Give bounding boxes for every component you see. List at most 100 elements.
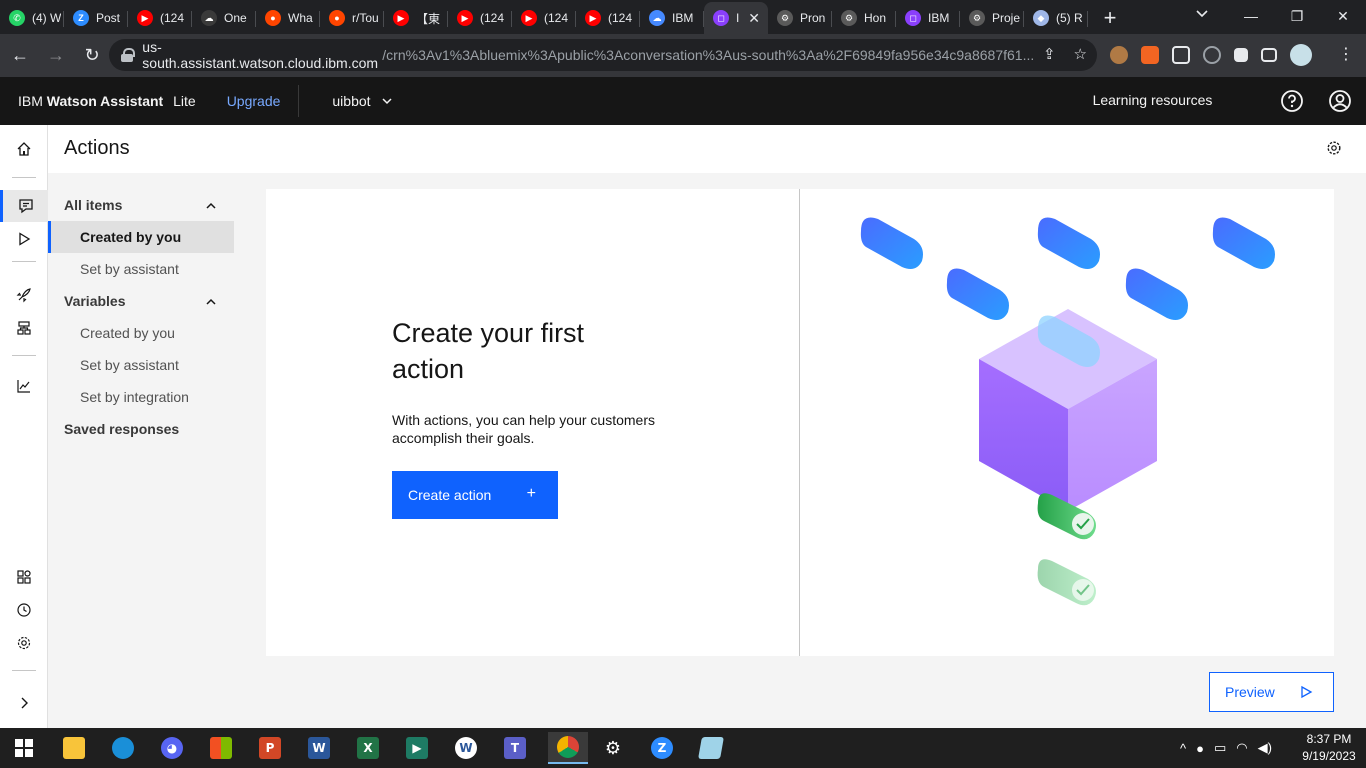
assistant-switcher[interactable]: uibbot <box>332 93 392 109</box>
brand-name: Watson Assistant <box>46 93 164 109</box>
excel-icon[interactable]: X <box>352 732 384 764</box>
preview-button[interactable]: Preview <box>1209 672 1334 712</box>
system-clock[interactable]: 8:37 PM 9/19/2023 <box>1298 731 1360 765</box>
onedrive-icon: ☁ <box>201 10 217 26</box>
close-window-icon[interactable]: ✕ <box>1320 0 1366 32</box>
nav-variables-set-by-assistant[interactable]: Set by assistant <box>48 349 234 381</box>
wifi-icon[interactable]: ◠ <box>1236 740 1247 756</box>
minimize-icon[interactable]: — <box>1228 0 1274 32</box>
assistant-name: uibbot <box>332 93 371 109</box>
back-icon[interactable]: ← <box>4 40 36 72</box>
nav-variables-set-by-integration[interactable]: Set by integration <box>48 381 234 413</box>
browser-tab[interactable]: ▶ 【東 <box>384 2 448 34</box>
edge-icon[interactable] <box>107 732 139 764</box>
teams-icon[interactable]: T <box>499 732 531 764</box>
close-tab-icon[interactable]: ✕ <box>748 10 760 27</box>
word-icon[interactable]: W <box>303 732 335 764</box>
share-icon[interactable]: ⇪ <box>1043 45 1056 63</box>
browser-tab[interactable]: ◻ I ✕ <box>704 2 768 34</box>
profile-avatar[interactable] <box>1290 44 1312 66</box>
nav-set-by-assistant[interactable]: Set by assistant <box>48 253 234 285</box>
cube-icon <box>979 309 1157 511</box>
actions-icon[interactable] <box>0 190 48 222</box>
wordpad-icon[interactable]: W <box>450 732 482 764</box>
create-action-button[interactable]: Create action + <box>392 471 558 519</box>
browser-tab[interactable]: ▶ (124 <box>448 2 512 34</box>
reddit-icon: ● <box>265 10 281 26</box>
microphone-icon[interactable]: ● <box>1196 741 1204 756</box>
rail-divider <box>12 355 36 356</box>
bookmark-star-icon[interactable]: ☆ <box>1074 45 1087 63</box>
nav-created-by-you[interactable]: Created by you <box>48 221 234 253</box>
history-clock-icon[interactable] <box>0 594 48 626</box>
browser-tab[interactable]: ☁ IBM <box>640 2 704 34</box>
environments-icon[interactable] <box>0 312 48 344</box>
variables-section[interactable]: Variables <box>48 285 248 317</box>
browser-tab[interactable]: ☁ One <box>192 2 256 34</box>
analytics-icon[interactable] <box>0 370 48 402</box>
create-action-label: Create action <box>408 487 492 503</box>
tab-title: (124 <box>480 11 505 25</box>
browser-tab[interactable]: ▶ (124 <box>576 2 640 34</box>
tab-search-chevron-icon[interactable] <box>1195 6 1209 23</box>
cookie-extension-icon[interactable] <box>1110 46 1128 64</box>
chrome-menu-icon[interactable]: ⋮ <box>1338 44 1354 64</box>
integrations-icon[interactable] <box>0 561 48 593</box>
all-items-section[interactable]: All items <box>48 189 248 221</box>
tab-title: (5) R <box>1056 11 1083 25</box>
action-settings-gear-icon[interactable] <box>1326 140 1342 156</box>
rss-extension-icon[interactable] <box>1141 46 1159 64</box>
nav-variables-created-by-you[interactable]: Created by you <box>48 317 234 349</box>
file-explorer-icon[interactable] <box>58 732 90 764</box>
browser-tab[interactable]: ⚙ Hon <box>832 2 896 34</box>
node-icon: ⚙ <box>969 10 985 26</box>
upgrade-link[interactable]: Upgrade <box>227 93 281 109</box>
address-bar[interactable]: us-south.assistant.watson.cloud.ibm.com … <box>109 39 1097 71</box>
expand-chevron-icon[interactable] <box>0 687 48 719</box>
settings-gear-icon[interactable] <box>0 627 48 659</box>
browser-tab[interactable]: ▶ (124 <box>128 2 192 34</box>
restore-icon[interactable]: ❐ <box>1274 0 1320 32</box>
discord-icon[interactable]: ◕ <box>156 732 188 764</box>
browser-tab[interactable]: ◆ (5) R <box>1024 2 1088 34</box>
battery-icon[interactable]: ▭ <box>1214 740 1226 756</box>
learning-resources-button[interactable]: Learning resources <box>1075 77 1230 125</box>
help-icon[interactable] <box>1280 89 1304 113</box>
browser-tab[interactable]: Z Post <box>64 2 128 34</box>
side-panel-icon[interactable] <box>1261 48 1277 62</box>
notepad-icon[interactable] <box>695 732 727 764</box>
volume-icon[interactable]: ◀) <box>1258 740 1272 756</box>
new-tab-icon[interactable]: + <box>1096 4 1124 32</box>
reload-icon[interactable]: ↻ <box>76 40 108 72</box>
zoom-icon: Z <box>73 10 89 26</box>
globe-extension-icon[interactable] <box>1203 46 1221 64</box>
browser-tab[interactable]: ⚙ Pron <box>768 2 832 34</box>
preview-play-icon[interactable] <box>0 223 48 255</box>
left-rail <box>0 125 48 728</box>
product-name[interactable]: IBM Watson Assistant Lite <box>18 93 196 109</box>
extension-icon[interactable] <box>1172 46 1190 64</box>
publish-rocket-icon[interactable] <box>0 279 48 311</box>
tab-title: Hon <box>864 11 887 25</box>
user-profile-icon[interactable] <box>1328 89 1352 113</box>
settings-icon[interactable]: ⚙ <box>597 732 629 764</box>
browser-tab[interactable]: ✆ (4) W <box>0 2 64 34</box>
forward-icon[interactable]: → <box>40 40 72 72</box>
learning-resources-label: Learning resources <box>1092 92 1213 108</box>
powerpoint-icon[interactable]: P <box>254 732 286 764</box>
browser-tab[interactable]: ● r/Tou <box>320 2 384 34</box>
zoom-icon[interactable]: Z <box>646 732 678 764</box>
actions-side-nav: All items Created by you Set by assistan… <box>48 189 248 445</box>
home-icon[interactable] <box>0 133 48 165</box>
app-icon[interactable]: ▶ <box>401 732 433 764</box>
puzzle-extensions-icon[interactable] <box>1234 48 1248 62</box>
store-icon[interactable] <box>205 732 237 764</box>
tray-chevron-icon[interactable]: ^ <box>1180 741 1186 756</box>
windows-start-icon[interactable] <box>8 732 40 764</box>
nav-saved-responses[interactable]: Saved responses <box>48 413 248 445</box>
browser-tab[interactable]: ⚙ Proje <box>960 2 1024 34</box>
browser-tab[interactable]: ▶ (124 <box>512 2 576 34</box>
chrome-icon[interactable] <box>548 732 588 764</box>
browser-tab[interactable]: ● Wha <box>256 2 320 34</box>
browser-tab[interactable]: ◻ IBM <box>896 2 960 34</box>
